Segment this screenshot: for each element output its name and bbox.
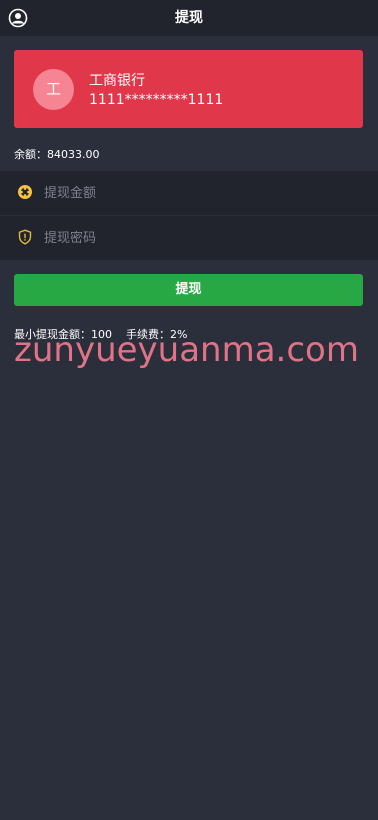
withdraw-button[interactable]: 提现: [14, 274, 363, 306]
bank-name: 工商银行: [89, 73, 145, 89]
password-field: [0, 216, 378, 260]
shield-alert-icon: [17, 229, 33, 245]
amount-field: [0, 171, 378, 215]
coin-icon: [17, 184, 33, 200]
top-bar: 提现: [0, 0, 378, 36]
bank-avatar: 工: [33, 69, 74, 110]
amount-input[interactable]: [44, 181, 354, 205]
password-input[interactable]: [44, 226, 354, 250]
card-number: 1111*********1111: [89, 92, 224, 108]
withdraw-page: 提现 工 工商银行 1111*********1111 余额：84033.00: [0, 0, 378, 820]
min-amount-text: 最小提现金额：100: [14, 328, 112, 341]
page-title: 提现: [175, 10, 203, 26]
bank-card[interactable]: 工 工商银行 1111*********1111: [14, 50, 363, 128]
balance-text: 余额：84033.00: [14, 148, 100, 161]
withdraw-info: 最小提现金额：100 手续费：2%: [14, 326, 187, 342]
fee-text: 手续费：2%: [126, 328, 188, 341]
